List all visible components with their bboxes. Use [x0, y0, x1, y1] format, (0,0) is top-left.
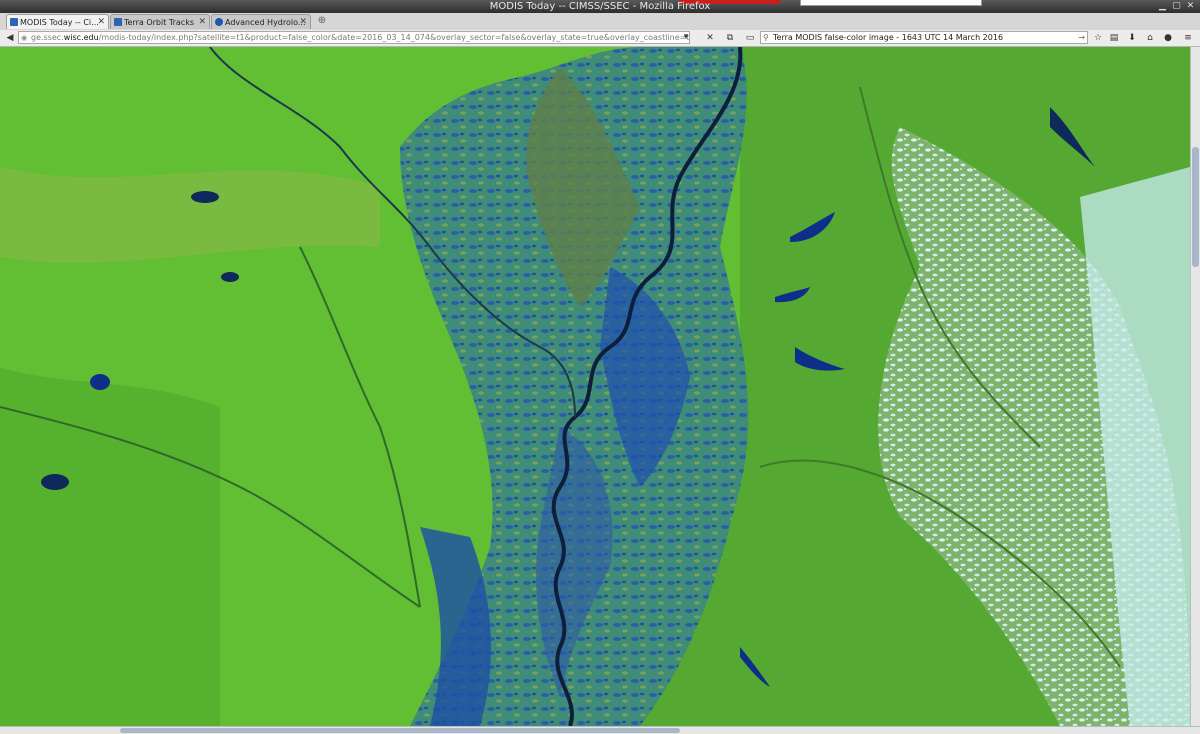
downloads-icon[interactable]: ⬇: [1126, 32, 1138, 44]
tab-label: MODIS Today -- Ci...: [20, 18, 99, 27]
vertical-scroll-thumb[interactable]: [1192, 147, 1199, 267]
navigation-bar: ◀ ◉ ge.ssec.wisc.edu/modis-today/index.p…: [0, 30, 1200, 47]
tab-terra-orbit-tracks[interactable]: Terra Orbit Tracks ✕: [110, 14, 210, 29]
lake-west-2: [191, 191, 219, 203]
stop-icon[interactable]: ✕: [704, 32, 716, 44]
window-title: MODIS Today -- CIMSS/SSEC - Mozilla Fire…: [489, 1, 711, 12]
globe-favicon-icon: [10, 18, 18, 26]
southwest-land: [0, 367, 220, 726]
bookmark-star-icon[interactable]: ☆: [1092, 32, 1104, 44]
bookmark-page-icon[interactable]: ▭: [744, 32, 756, 44]
lake-west-4: [221, 272, 239, 282]
url-dropdown-icon[interactable]: ▾: [680, 31, 692, 43]
lake-west-3: [41, 474, 69, 490]
close-tab-icon[interactable]: ✕: [198, 15, 206, 29]
search-value: Terra MODIS false-color image - 1643 UTC…: [773, 33, 1004, 42]
modis-false-color-image: [0, 47, 1190, 726]
horizontal-scrollbar[interactable]: [0, 726, 1200, 734]
tab-label: Terra Orbit Tracks: [124, 18, 194, 27]
close-window-icon[interactable]: ✕: [1186, 2, 1195, 11]
close-tab-icon[interactable]: ✕: [299, 15, 307, 29]
noaa-favicon-icon: [215, 18, 223, 26]
tab-label: Advanced Hydrolo...: [225, 18, 306, 27]
url-host: wisc.edu: [63, 33, 99, 42]
horizontal-scroll-thumb[interactable]: [120, 728, 680, 733]
close-tab-icon[interactable]: ✕: [97, 15, 105, 29]
menu-icon[interactable]: ≡: [1182, 32, 1194, 44]
tab-advanced-hydrology[interactable]: Advanced Hydrolo... ✕: [211, 14, 311, 29]
window-titlebar: MODIS Today -- CIMSS/SSEC - Mozilla Fire…: [0, 0, 1200, 13]
tab-strip: MODIS Today -- Ci... ✕ Terra Orbit Track…: [0, 13, 1200, 31]
home-icon[interactable]: ⌂: [1144, 32, 1156, 44]
minimize-icon[interactable]: ▁: [1158, 2, 1167, 11]
search-icon: ⚲: [763, 33, 769, 42]
maximize-icon[interactable]: ▢: [1172, 2, 1181, 11]
url-path: /modis-today/index.php?satellite=t1&prod…: [98, 33, 690, 42]
chat-icon[interactable]: ●: [1162, 32, 1174, 44]
url-prefix: ge.ssec.: [31, 33, 64, 42]
new-tab-plus-icon[interactable]: ⊕: [316, 15, 328, 27]
globe-favicon-icon: [114, 18, 122, 26]
url-bar[interactable]: ◉ ge.ssec.wisc.edu/modis-today/index.php…: [18, 31, 690, 44]
lake-west-1: [90, 374, 110, 390]
search-field[interactable]: ⚲ Terra MODIS false-color image - 1643 U…: [760, 31, 1088, 44]
library-icon[interactable]: ▤: [1108, 32, 1120, 44]
site-identity-icon[interactable]: ◉: [21, 33, 27, 43]
back-arrow-icon[interactable]: ◀: [4, 32, 16, 44]
tab-modis-today[interactable]: MODIS Today -- Ci... ✕: [6, 14, 109, 29]
reader-view-icon[interactable]: ⧉: [724, 32, 736, 44]
vertical-scrollbar[interactable]: [1190, 47, 1200, 726]
satellite-image: [0, 47, 1190, 726]
search-go-icon[interactable]: →: [1078, 32, 1085, 43]
